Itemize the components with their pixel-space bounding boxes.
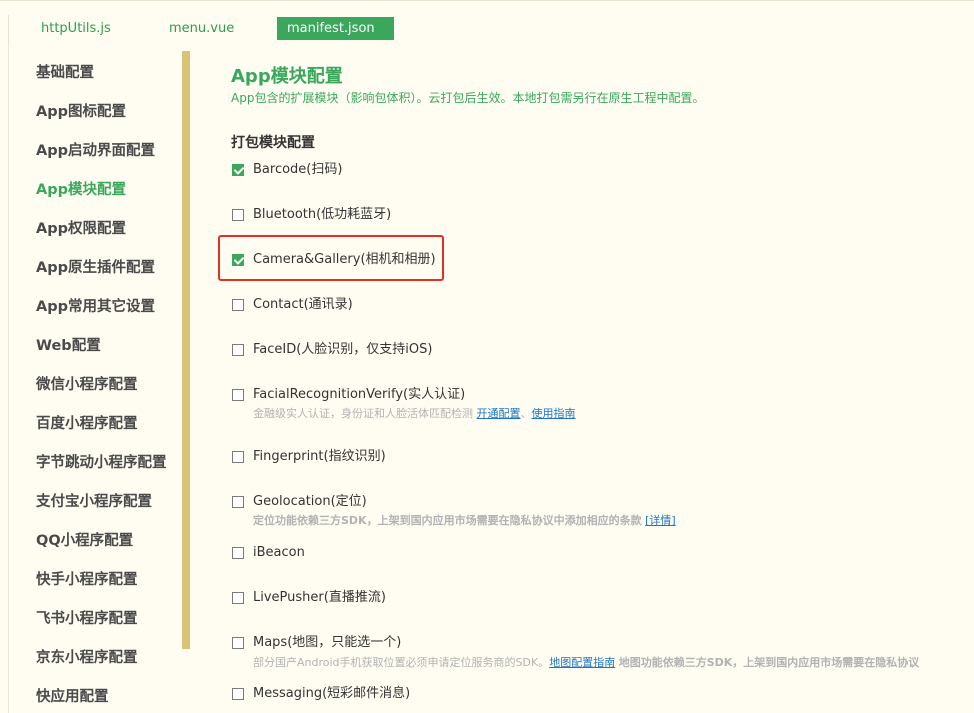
sidebar-item-web[interactable]: Web配置 [36,334,101,355]
module-label: Messaging(短彩邮件消息) [253,686,411,701]
sidebar-item-app-splash[interactable]: App启动界面配置 [36,139,155,160]
sidebar-item-baidu[interactable]: 百度小程序配置 [36,412,138,433]
sidebar-item-feishu[interactable]: 飞书小程序配置 [36,607,138,628]
checkbox[interactable] [232,637,244,649]
usage-guide-link[interactable]: 使用指南 [532,407,576,420]
sidebar-item-alipay[interactable]: 支付宝小程序配置 [36,490,152,511]
separator: 、 [520,407,532,420]
module-label: Fingerprint(指纹识别) [253,449,386,464]
module-label: Bluetooth(低功耗蓝牙) [253,207,392,222]
tab-menu-vue[interactable]: menu.vue [159,17,244,40]
sidebar-item-kuaishou[interactable]: 快手小程序配置 [36,568,138,589]
sidebar-item-toutiao[interactable]: 字节跳动小程序配置 [36,451,167,472]
module-label: iBeacon [253,545,305,560]
geolocation-description: 定位功能依赖三方SDK，上架到国内应用市场需要在隐私协议中添加相应的条款 [详情… [253,512,676,528]
description-text: 部分国产Android手机获取位置必须申请定位服务商的SDK。 [253,656,550,669]
module-label: FaceID(人脸识别，仅支持iOS) [253,342,433,357]
sidebar-item-qq[interactable]: QQ小程序配置 [36,529,133,550]
section-heading: 打包模块配置 [231,135,315,151]
module-label: LivePusher(直播推流) [253,590,386,605]
description-text: 金融级实人认证，身份证和人脸活体匹配检测 [253,407,473,420]
highlight-box [218,235,444,281]
page-title: App模块配置 [231,66,343,87]
checkbox[interactable] [232,592,244,604]
editor-tab-bar: httpUtils.js menu.vue manifest.json [0,0,974,45]
checkbox[interactable] [232,547,244,559]
sidebar-item-app-modules[interactable]: App模块配置 [36,178,126,199]
checkbox[interactable] [232,451,244,463]
sidebar-item-quickapp[interactable]: 快应用配置 [36,685,109,706]
sidebar-item-basic[interactable]: 基础配置 [36,61,94,82]
checkbox[interactable] [232,299,244,311]
sidebar-item-jd[interactable]: 京东小程序配置 [36,646,138,667]
enable-config-link[interactable]: 开通配置 [477,407,521,420]
checkbox[interactable] [232,688,244,700]
tab-httputils[interactable]: httpUtils.js [31,17,121,40]
description-text-2: 地图功能依赖三方SDK，上架到国内应用市场需要在隐私协议 [618,656,920,669]
module-label: Maps(地图，只能选一个) [253,635,402,650]
checkbox-checked[interactable] [232,164,244,176]
sidebar-item-weixin[interactable]: 微信小程序配置 [36,373,138,394]
sidebar-scrollbar[interactable] [182,51,190,649]
sidebar-item-app-permissions[interactable]: App权限配置 [36,217,126,238]
sidebar-rail [8,44,9,713]
description-text: 定位功能依赖三方SDK，上架到国内应用市场需要在隐私协议中添加相应的条款 [253,514,642,527]
checkbox[interactable] [232,209,244,221]
maps-description: 部分国产Android手机获取位置必须申请定位服务商的SDK。地图配置指南 地图… [253,654,974,670]
checkbox[interactable] [232,344,244,356]
module-label: Geolocation(定位) [253,494,367,509]
facial-verify-description: 金融级实人认证，身份证和人脸活体匹配检测 开通配置、使用指南 [253,405,576,421]
details-link[interactable]: [详情] [645,514,676,527]
tab-divider [8,15,9,45]
sidebar-item-app-other[interactable]: App常用其它设置 [36,295,155,316]
module-label: Barcode(扫码) [253,162,343,177]
checkbox[interactable] [232,496,244,508]
module-label: Contact(通讯录) [253,297,353,312]
sidebar-item-app-native-plugins[interactable]: App原生插件配置 [36,256,155,277]
module-label: FacialRecognitionVerify(实人认证) [253,387,466,402]
tab-manifest-json[interactable]: manifest.json [277,17,394,40]
sidebar-item-app-icon[interactable]: App图标配置 [36,100,126,121]
maps-guide-link[interactable]: 地图配置指南 [549,656,615,669]
checkbox[interactable] [232,389,244,401]
page-subtitle: App包含的扩展模块（影响包体积）。云打包后生效。本地打包需另行在原生工程中配置… [231,91,705,105]
